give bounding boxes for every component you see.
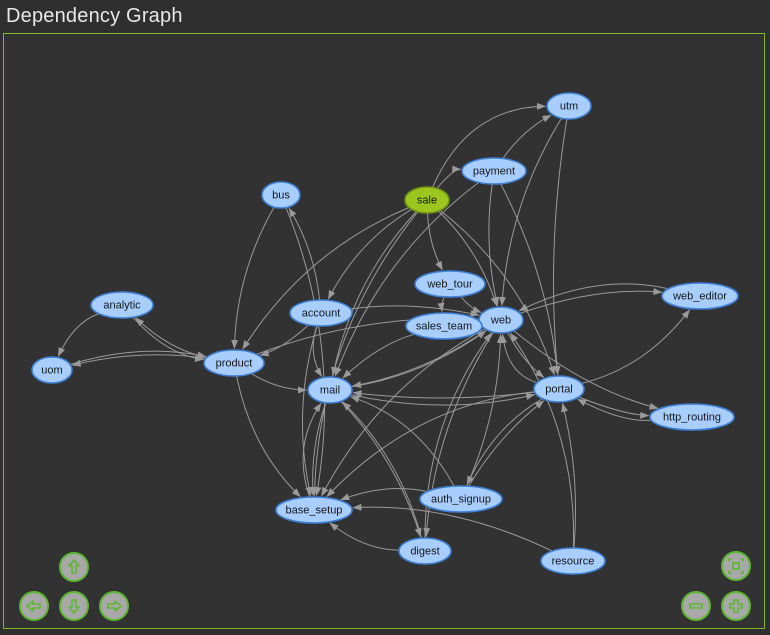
graph-edge (509, 332, 575, 549)
node-shape[interactable] (533, 375, 585, 403)
node-shape[interactable] (398, 537, 452, 565)
graph-edge (340, 488, 428, 501)
graph-edge (340, 400, 422, 538)
graph-edge (132, 316, 204, 363)
node-shape[interactable] (546, 92, 592, 120)
graph-svg: utm payment sale bus web_tour web_editor analy… (31, 92, 739, 575)
node-shape[interactable] (414, 270, 486, 298)
title-bar: Dependency Graph (0, 0, 770, 33)
graph-edge (502, 114, 552, 159)
zoom-out-button[interactable] (681, 591, 711, 621)
graph-node-analytic[interactable]: analytic (90, 291, 154, 319)
node-shape[interactable] (461, 157, 527, 185)
arrow-up-icon (68, 559, 80, 574)
graph-edge (507, 332, 545, 378)
graph-edge (71, 354, 206, 367)
graph-node-utm[interactable]: utm (546, 92, 592, 120)
graph-node-sale[interactable]: sale (404, 186, 450, 214)
graph-edge (327, 208, 412, 300)
graph-node-web_tour[interactable]: web_tour (414, 270, 486, 298)
node-shape[interactable] (289, 299, 353, 327)
zoom-in-button[interactable] (721, 591, 751, 621)
pan-left-button[interactable] (19, 591, 49, 621)
node-shape[interactable] (661, 282, 739, 310)
plus-icon (729, 599, 743, 613)
graph-edge (513, 330, 659, 410)
graph-node-bus[interactable]: bus (261, 181, 301, 209)
graph-edge (311, 211, 419, 496)
graph-edge (69, 350, 207, 365)
arrow-down-icon (68, 599, 80, 614)
node-shape[interactable] (405, 312, 483, 340)
pan-up-button[interactable] (59, 552, 89, 582)
graph-edge (498, 117, 562, 306)
node-shape[interactable] (275, 496, 353, 524)
graph-edge (231, 206, 275, 349)
pan-right-button[interactable] (99, 591, 129, 621)
node-shape[interactable] (540, 547, 606, 575)
node-shape[interactable] (261, 181, 301, 209)
graph-edge (351, 330, 487, 388)
graph-edge (352, 503, 553, 552)
graph-node-account[interactable]: account (289, 299, 353, 327)
node-shape[interactable] (478, 306, 524, 334)
graph-edge (321, 328, 486, 497)
graph-edge (57, 313, 99, 357)
graph-edge (236, 375, 301, 498)
graph-edge (578, 396, 650, 419)
node-shape[interactable] (419, 485, 503, 513)
graph-edge (581, 309, 690, 384)
node-shape[interactable] (31, 356, 73, 384)
arrow-left-icon (26, 600, 41, 612)
graph-edge (500, 334, 538, 384)
graph-edge (519, 288, 663, 314)
node-shape[interactable] (307, 376, 353, 404)
dependency-graph-app: Dependency Graph utm payment sale bus web_to… (0, 0, 770, 635)
graph-node-web_editor[interactable]: web_editor (661, 282, 739, 310)
graph-node-sales_team[interactable]: sales_team (405, 312, 483, 340)
graph-node-mail[interactable]: mail (307, 376, 353, 404)
graph-edges (57, 102, 690, 552)
graph-node-payment[interactable]: payment (461, 157, 527, 185)
graph-edge (427, 212, 443, 271)
graph-edge (288, 207, 321, 301)
graph-edge (500, 183, 561, 375)
graph-node-uom[interactable]: uom (31, 356, 73, 384)
graph-edge (460, 296, 482, 313)
graph-node-base_setup[interactable]: base_setup (275, 496, 353, 524)
graph-edge (251, 373, 307, 394)
graph-edge (329, 522, 400, 551)
graph-node-web[interactable]: web (478, 306, 524, 334)
node-shape[interactable] (90, 291, 154, 319)
graph-canvas[interactable]: utm payment sale bus web_tour web_editor analy… (3, 33, 765, 629)
graph-node-http_routing[interactable]: http_routing (649, 403, 735, 431)
graph-edge (468, 400, 545, 487)
graph-nodes: utm payment sale bus web_tour web_editor analy… (31, 92, 739, 575)
fit-screen-icon (728, 558, 744, 574)
fit-to-screen-button[interactable] (721, 551, 751, 581)
graph-edge (553, 118, 568, 375)
graph-edge (352, 390, 535, 399)
node-shape[interactable] (404, 186, 450, 214)
graph-edge (326, 391, 535, 497)
graph-edge (350, 396, 455, 487)
graph-node-resource[interactable]: resource (540, 547, 606, 575)
graph-node-portal[interactable]: portal (533, 375, 585, 403)
arrow-right-icon (107, 600, 122, 612)
page-title: Dependency Graph (6, 5, 183, 27)
graph-node-product[interactable]: product (203, 349, 265, 377)
graph-edge (301, 325, 318, 497)
pan-down-button[interactable] (59, 591, 89, 621)
graph-edge (285, 207, 326, 496)
node-shape[interactable] (203, 349, 265, 377)
graph-edge (352, 329, 487, 388)
minus-icon (689, 603, 703, 609)
graph-node-auth_signup[interactable]: auth_signup (419, 485, 503, 513)
node-shape[interactable] (649, 403, 735, 431)
graph-edge (342, 333, 415, 379)
graph-node-digest[interactable]: digest (398, 537, 452, 565)
